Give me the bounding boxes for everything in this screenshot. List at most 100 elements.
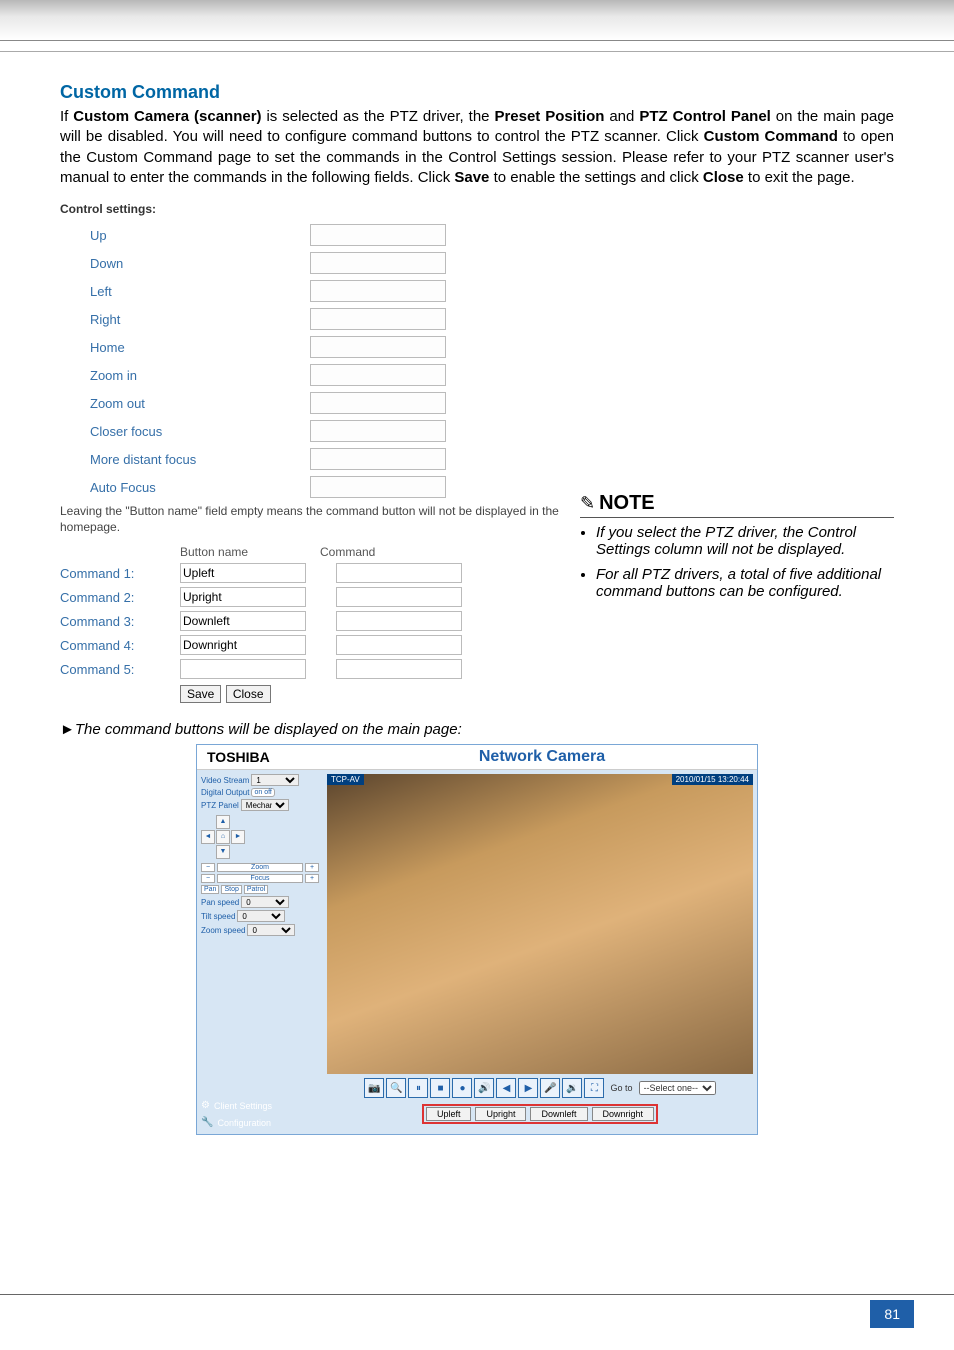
dpad-right[interactable]: ► — [231, 830, 245, 844]
command-table-header: Button name Command — [60, 545, 560, 559]
zoom-icon[interactable]: 🔍 — [386, 1078, 406, 1098]
custom-command-button[interactable]: Upleft — [426, 1107, 472, 1121]
play-icon[interactable]: ▶ — [518, 1078, 538, 1098]
note-list: If you select the PTZ driver, the Contro… — [580, 524, 894, 600]
brand-logo: TOSHIBA — [197, 745, 327, 769]
button-name-input[interactable] — [180, 611, 306, 631]
control-label: Up — [90, 228, 310, 243]
zoom-minus-button[interactable]: − — [201, 863, 215, 872]
custom-command-button[interactable]: Downleft — [530, 1107, 587, 1121]
select-tilt-speed[interactable]: 0 — [237, 910, 285, 922]
command-row-label: Command 1: — [60, 566, 180, 581]
control-input[interactable] — [310, 448, 446, 470]
control-label: Zoom out — [90, 396, 310, 411]
custom-command-button[interactable]: Upright — [475, 1107, 526, 1121]
select-zoom-speed[interactable]: 0 — [247, 924, 295, 936]
button-name-input[interactable] — [180, 659, 306, 679]
custom-command-buttons-highlight: UpleftUpright Downleft Downright — [422, 1104, 658, 1124]
camera-title: Network Camera — [327, 748, 757, 766]
digital-output-toggle[interactable]: on off — [251, 788, 274, 797]
command-row: Command 4: — [60, 635, 560, 655]
focus-plus-button[interactable]: + — [305, 874, 319, 883]
command-input[interactable] — [336, 635, 462, 655]
link-configuration[interactable]: Configuration — [217, 1118, 271, 1128]
focus-minus-button[interactable]: − — [201, 874, 215, 883]
command-row: Command 5: — [60, 659, 560, 679]
dpad-up[interactable]: ▲ — [216, 815, 230, 829]
camera-sidebar: Video Stream 1 Digital Output on off PTZ… — [197, 770, 323, 1134]
mic-slider-icon[interactable]: 🔉 — [562, 1078, 582, 1098]
zoom-plus-button[interactable]: + — [305, 863, 319, 872]
select-pan-speed[interactable]: 0 — [241, 896, 289, 908]
control-input[interactable] — [310, 420, 446, 442]
save-button[interactable]: Save — [180, 685, 221, 703]
select-ptz-panel[interactable]: Mechani — [241, 799, 289, 811]
control-input[interactable] — [310, 280, 446, 302]
button-name-input[interactable] — [180, 587, 306, 607]
command-input[interactable] — [336, 587, 462, 607]
link-client-settings[interactable]: Client Settings — [214, 1101, 272, 1111]
goto-select[interactable]: --Select one-- — [639, 1081, 716, 1095]
custom-command-button[interactable]: Downright — [592, 1107, 655, 1121]
snapshot-icon[interactable]: 📷 — [364, 1078, 384, 1098]
zoom-row: −Zoom+ — [201, 863, 319, 872]
control-input[interactable] — [310, 392, 446, 414]
record-icon[interactable]: ● — [452, 1078, 472, 1098]
control-input[interactable] — [310, 224, 446, 246]
stop-icon[interactable]: ■ — [430, 1078, 450, 1098]
control-row: Right — [90, 308, 560, 330]
zoom-label: Zoom — [217, 863, 303, 872]
focus-label: Focus — [217, 874, 303, 883]
video-viewport: TCP-AV 2010/01/15 13:20:44 — [327, 774, 753, 1074]
control-input[interactable] — [310, 308, 446, 330]
dpad-left[interactable]: ◄ — [201, 830, 215, 844]
patrol-button[interactable]: Patrol — [244, 885, 268, 894]
control-row: Closer focus — [90, 420, 560, 442]
dpad-control[interactable]: ▲ ◄⌂► ▼ — [201, 815, 319, 859]
button-name-input[interactable] — [180, 563, 306, 583]
command-input[interactable] — [336, 659, 462, 679]
triangle-icon: ► — [60, 721, 75, 738]
mic-icon[interactable]: 🎤 — [540, 1078, 560, 1098]
gear-icon: ⚙ — [201, 1100, 210, 1111]
command-input[interactable] — [336, 611, 462, 631]
control-label: Home — [90, 340, 310, 355]
volume-slider-icon[interactable]: ◀ — [496, 1078, 516, 1098]
video-timestamp: 2010/01/15 13:20:44 — [672, 774, 753, 785]
control-input[interactable] — [310, 252, 446, 274]
fullscreen-icon[interactable]: ⛶ — [584, 1078, 604, 1098]
label-digital-output: Digital Output — [201, 788, 249, 797]
control-label: Zoom in — [90, 368, 310, 383]
volume-up-icon[interactable]: 🔊 — [474, 1078, 494, 1098]
select-video-stream[interactable]: 1 — [251, 774, 299, 786]
footer-divider — [0, 1294, 954, 1295]
command-row-label: Command 4: — [60, 638, 180, 653]
note-title: NOTE — [599, 492, 655, 515]
command-input[interactable] — [336, 563, 462, 583]
command-row-label: Command 3: — [60, 614, 180, 629]
camera-ui-screenshot: TOSHIBA Network Camera Video Stream 1 Di… — [196, 744, 758, 1135]
label-ptz-panel: PTZ Panel — [201, 801, 239, 810]
header-gradient — [0, 0, 954, 41]
control-input[interactable] — [310, 364, 446, 386]
example-caption: ►The command buttons will be displayed o… — [60, 721, 894, 738]
command-row-label: Command 2: — [60, 590, 180, 605]
stop-button[interactable]: Stop — [221, 885, 241, 894]
label-pan-speed: Pan speed — [201, 898, 239, 907]
control-input[interactable] — [310, 476, 446, 498]
pan-button[interactable]: Pan — [201, 885, 219, 894]
control-input[interactable] — [310, 336, 446, 358]
command-row: Command 3: — [60, 611, 560, 631]
control-row: Auto Focus — [90, 476, 560, 498]
pause-icon[interactable]: ⏸ — [408, 1078, 428, 1098]
dpad-down[interactable]: ▼ — [216, 845, 230, 859]
button-name-input[interactable] — [180, 635, 306, 655]
control-label: Right — [90, 312, 310, 327]
command-row-label: Command 5: — [60, 662, 180, 677]
hint-text: Leaving the "Button name" field empty me… — [60, 504, 560, 535]
video-codec-label: TCP-AV — [327, 774, 364, 785]
command-rows: Command 1: Command 2: Command 3: Command 4:… — [60, 563, 560, 679]
control-row: Home — [90, 336, 560, 358]
dpad-home[interactable]: ⌂ — [216, 830, 230, 844]
close-button[interactable]: Close — [226, 685, 271, 703]
